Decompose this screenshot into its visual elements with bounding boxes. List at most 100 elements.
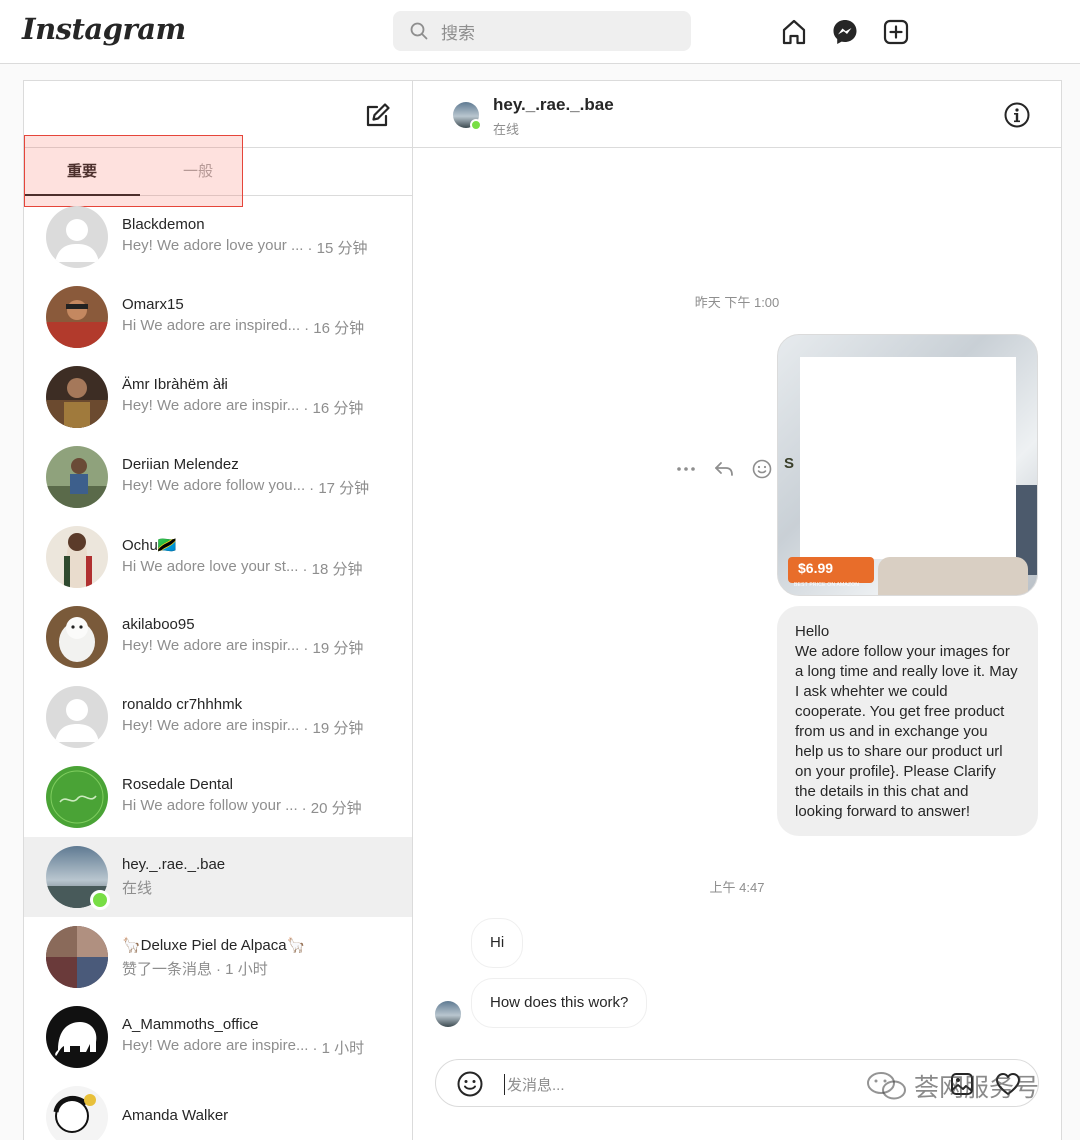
thread-time: · 16 分钟	[304, 320, 365, 337]
avatar	[46, 1086, 108, 1140]
thread-item[interactable]: Amanda Walker	[24, 1077, 412, 1140]
thread-item[interactable]: A_Mammoths_office Hey! We adore are insp…	[24, 997, 412, 1077]
thread-item[interactable]: Omarx15 Hi We adore are inspired... · 16 …	[24, 277, 412, 357]
thread-preview: Hey! We adore are inspire...	[122, 1037, 309, 1054]
avatar	[46, 526, 108, 588]
thread-item[interactable]: Blackdemon Hey! We adore love your ... · …	[24, 197, 412, 277]
avatar	[46, 446, 108, 508]
tab-primary[interactable]: 重要	[24, 148, 140, 196]
thread-preview: Hi We adore love your st...	[122, 557, 299, 575]
thread-preview: Hey! We adore are inspir...	[122, 637, 300, 654]
conversation-panel: hey._.rae._.bae 在线 昨天 下午 1:00 S $6.99 BES…	[413, 81, 1061, 1140]
image-message[interactable]: S $6.99 BEST PRICE ON AMAZON	[777, 334, 1038, 596]
thread-item[interactable]: ronaldo cr7hhhmk Hey! We adore are inspi…	[24, 677, 412, 757]
compose-icon[interactable]	[364, 101, 392, 129]
messenger-icon[interactable]	[829, 16, 861, 48]
thread-item[interactable]: Deriian Melendez Hey! We adore follow yo…	[24, 437, 412, 517]
new-post-icon[interactable]	[880, 16, 912, 48]
product-photo	[878, 557, 1028, 595]
thread-name: Amanda Walker	[122, 1106, 229, 1124]
info-icon[interactable]	[1003, 101, 1031, 129]
top-nav: Instagram 搜索	[0, 0, 1080, 64]
thread-name: hey._.rae._.bae	[122, 856, 226, 873]
thread-preview: 赞了一条消息	[122, 960, 213, 978]
search-icon	[410, 22, 428, 40]
online-indicator	[90, 890, 110, 910]
thread-preview: Hi We adore follow your ...	[122, 797, 298, 814]
timestamp: 上午 4:47	[709, 880, 765, 895]
incoming-message[interactable]: How does this work?	[471, 978, 648, 1028]
avatar	[46, 1006, 108, 1068]
avatar	[46, 766, 108, 828]
react-emoji-icon[interactable]	[751, 458, 773, 480]
price-tag: $6.99 BEST PRICE ON AMAZON	[788, 557, 874, 588]
message-input[interactable]: 发消息...	[504, 1074, 565, 1095]
home-icon[interactable]	[778, 16, 810, 48]
thread-item[interactable]: Ochu🇹🇿 Hi We adore love your st... · 18 分…	[24, 517, 412, 597]
direct-inbox: 重要 一般 Blackdemon Hey! We adore love your…	[23, 80, 1062, 1140]
reply-icon[interactable]	[713, 458, 735, 480]
message-actions	[675, 458, 773, 480]
thread-preview: Hey! We adore are inspir...	[122, 397, 300, 414]
wechat-icon	[867, 1072, 906, 1100]
thread-time: · 19 分钟	[303, 640, 364, 657]
thread-preview: 在线	[122, 880, 153, 897]
search-bar[interactable]: 搜索	[393, 11, 691, 51]
thread-preview: Hey! We adore follow you...	[122, 477, 306, 494]
thread-name: Ochu🇹🇿	[122, 536, 177, 554]
thread-preview: Hey! We adore are inspir...	[122, 717, 300, 734]
thread-name: Deriian Melendez	[122, 456, 239, 473]
tab-general[interactable]: 一般	[140, 148, 256, 196]
conversation-status: 在线	[493, 122, 520, 137]
thread-time: · 1 小时	[216, 960, 268, 978]
emoji-icon[interactable]	[456, 1070, 484, 1098]
message-text: Hello We adore follow your images for a …	[795, 623, 1018, 820]
avatar[interactable]	[453, 102, 482, 131]
thread-time: · 18 分钟	[302, 560, 363, 578]
conversation-name[interactable]: hey._.rae._.bae	[493, 95, 614, 115]
avatar	[46, 286, 108, 348]
thread-item[interactable]: Rosedale Dental Hi We adore follow your …	[24, 757, 412, 837]
avatar	[46, 366, 108, 428]
avatar[interactable]	[435, 1001, 461, 1027]
thread-time: · 19 分钟	[303, 720, 364, 737]
conversation-header: hey._.rae._.bae 在线	[413, 81, 1061, 148]
thread-time: · 16 分钟	[303, 400, 364, 417]
thread-list-header	[24, 81, 412, 148]
thread-item[interactable]: 🦙Deluxe Piel de Alpaca🦙 赞了一条消息 · 1 小时	[24, 917, 412, 997]
search-placeholder: 搜索	[441, 23, 475, 43]
threads: Blackdemon Hey! We adore love your ... · …	[24, 197, 412, 1140]
watermark: 荟网服务号	[866, 1068, 1039, 1104]
thread-list-panel: 重要 一般 Blackdemon Hey! We adore love your…	[24, 81, 413, 1140]
thread-item-selected[interactable]: hey._.rae._.bae 在线	[24, 837, 412, 917]
thread-name: ronaldo cr7hhhmk	[122, 696, 243, 713]
instagram-logo[interactable]: Instagram	[22, 12, 186, 46]
thread-name: 🦙Deluxe Piel de Alpaca🦙	[122, 936, 306, 954]
message-text: How does this work?	[490, 994, 629, 1011]
thread-preview: Hi We adore are inspired...	[122, 317, 301, 334]
incoming-message[interactable]: Hi	[471, 918, 524, 968]
avatar	[46, 926, 108, 988]
timestamp: 昨天 下午 1:00	[694, 295, 780, 310]
redacted-area	[800, 357, 1016, 559]
thread-preview: Hey! We adore love your ...	[122, 237, 304, 254]
avatar	[46, 206, 108, 268]
avatar	[46, 846, 110, 910]
thread-time: · 1 小时	[312, 1040, 365, 1057]
more-icon[interactable]	[675, 458, 697, 480]
thread-name: Ämr Ibràhëm àłi	[122, 376, 228, 393]
thread-name: A_Mammoths_office	[122, 1016, 259, 1033]
thread-time: · 17 分钟	[309, 480, 370, 497]
online-indicator	[470, 119, 482, 131]
thread-item[interactable]: Ämr Ibràhëm àłi Hey! We adore are inspir…	[24, 357, 412, 437]
thread-name: Blackdemon	[122, 216, 205, 233]
outgoing-message[interactable]: Hello We adore follow your images for a …	[777, 606, 1038, 836]
avatar	[46, 606, 108, 668]
thread-name: Omarx15	[122, 296, 184, 313]
thread-name: akilaboo95	[122, 616, 195, 633]
thread-name: Rosedale Dental	[122, 776, 233, 793]
thread-item[interactable]: akilaboo95 Hey! We adore are inspir... · …	[24, 597, 412, 677]
thread-time: · 20 分钟	[301, 800, 362, 817]
avatar	[46, 686, 108, 748]
inbox-tabs: 重要 一般	[24, 148, 412, 196]
